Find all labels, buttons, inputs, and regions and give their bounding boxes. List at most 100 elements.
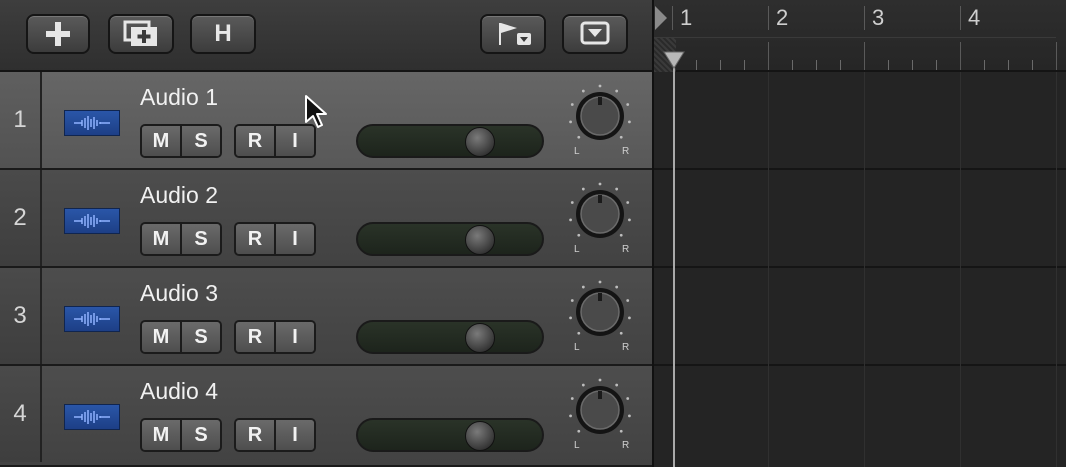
track-lane[interactable] [654,170,1066,268]
mute-solo-group: M S [140,124,222,158]
bar-ruler-numbers[interactable]: 1 2 3 4 [654,0,1056,38]
bar-number: 1 [680,5,693,30]
volume-slider-handle[interactable] [465,323,495,353]
track-number: 1 [0,72,42,168]
track-number: 2 [0,170,42,266]
track-number: 4 [0,366,42,462]
volume-slider[interactable] [356,222,544,256]
record-enable-button[interactable]: R [236,224,274,254]
chevron-down-icon [580,21,610,45]
record-input-group: R I [234,418,316,452]
input-monitor-button[interactable]: I [274,420,314,450]
pan-knob[interactable]: LR [566,182,636,260]
ruler-tick [1032,60,1033,70]
track-name[interactable]: Audio 1 [140,84,218,111]
track-menu-button[interactable] [562,14,628,54]
pan-knob[interactable]: LR [566,378,636,456]
volume-slider-handle[interactable] [465,421,495,451]
volume-slider[interactable] [356,124,544,158]
plus-icon [46,22,70,46]
ruler-tick [912,60,913,70]
bar-number: 2 [776,5,789,30]
ruler-tick [1008,60,1009,70]
audio-waveform-icon[interactable] [64,110,120,136]
mute-solo-group: M S [140,418,222,452]
solo-button[interactable]: S [180,126,220,156]
flag-icon [499,23,531,45]
track-lane[interactable] [654,72,1066,170]
volume-slider[interactable] [356,320,544,354]
mute-solo-group: M S [140,320,222,354]
record-input-group: R I [234,320,316,354]
pan-knob[interactable]: LR [566,280,636,358]
bar-gridline [864,72,865,467]
bar-line [864,6,865,30]
pan-knob-icon [569,84,631,140]
pan-left-label: L [574,146,580,157]
bar-line [672,6,673,30]
pan-right-label: R [622,440,630,451]
ruler-tick [720,60,721,70]
solo-button[interactable]: S [180,420,220,450]
audio-waveform-icon[interactable] [64,404,120,430]
pan-knob[interactable]: LR [566,84,636,162]
record-input-group: R I [234,222,316,256]
track-row[interactable]: 4 Audio 4 M S R I LR [0,366,652,467]
pan-knob-icon [569,378,631,434]
bar-gridline [960,72,961,467]
folder-plus-icon [123,20,157,46]
ruler-tick [936,60,937,70]
bar-number: 3 [872,5,885,30]
mute-button[interactable]: M [142,224,180,254]
bar-line [768,6,769,30]
pan-left-label: L [574,440,580,451]
input-monitor-button[interactable]: I [274,224,314,254]
ruler-tick [984,60,985,70]
bar-line [960,6,961,30]
playhead-line[interactable] [673,60,675,467]
hide-tracks-button[interactable]: H [190,14,256,54]
track-name[interactable]: Audio 4 [140,378,218,405]
pan-right-label: R [622,244,630,255]
bar-number: 4 [968,5,981,30]
pan-right-label: R [622,342,630,353]
ruler-tick [840,60,841,70]
record-enable-button[interactable]: R [236,322,274,352]
track-row[interactable]: 3 Audio 3 M S R I LR [0,268,652,366]
volume-slider[interactable] [356,418,544,452]
mute-button[interactable]: M [142,420,180,450]
solo-button[interactable]: S [180,322,220,352]
ruler-tick [792,60,793,70]
audio-waveform-icon[interactable] [64,306,120,332]
volume-slider-handle[interactable] [465,225,495,255]
input-monitor-button[interactable]: I [274,322,314,352]
track-name[interactable]: Audio 2 [140,182,218,209]
pan-knob-icon [569,280,631,336]
ruler-tick [864,42,865,70]
mute-button[interactable]: M [142,126,180,156]
bar-gridline [768,72,769,467]
bar-ruler[interactable]: 1 2 3 4 [654,0,1066,72]
audio-waveform-icon[interactable] [64,208,120,234]
playhead-icon[interactable] [662,48,686,70]
input-monitor-button[interactable]: I [274,126,314,156]
track-name[interactable]: Audio 3 [140,280,218,307]
ruler-tick [960,42,961,70]
track-lane[interactable] [654,366,1066,467]
pan-left-label: L [574,342,580,353]
ruler-tick [816,60,817,70]
flag-menu-button[interactable] [480,14,546,54]
mute-button[interactable]: M [142,322,180,352]
record-enable-button[interactable]: R [236,126,274,156]
volume-slider-handle[interactable] [465,127,495,157]
cycle-start-marker-icon[interactable] [654,4,670,34]
track-lane[interactable] [654,268,1066,366]
add-track-button[interactable] [26,14,90,54]
pan-left-label: L [574,244,580,255]
record-enable-button[interactable]: R [236,420,274,450]
ruler-tick [696,60,697,70]
ruler-tick [1056,42,1057,70]
solo-button[interactable]: S [180,224,220,254]
track-row[interactable]: 2 Audio 2 M S R I LR [0,170,652,268]
new-track-with-duplicate-button[interactable] [108,14,174,54]
